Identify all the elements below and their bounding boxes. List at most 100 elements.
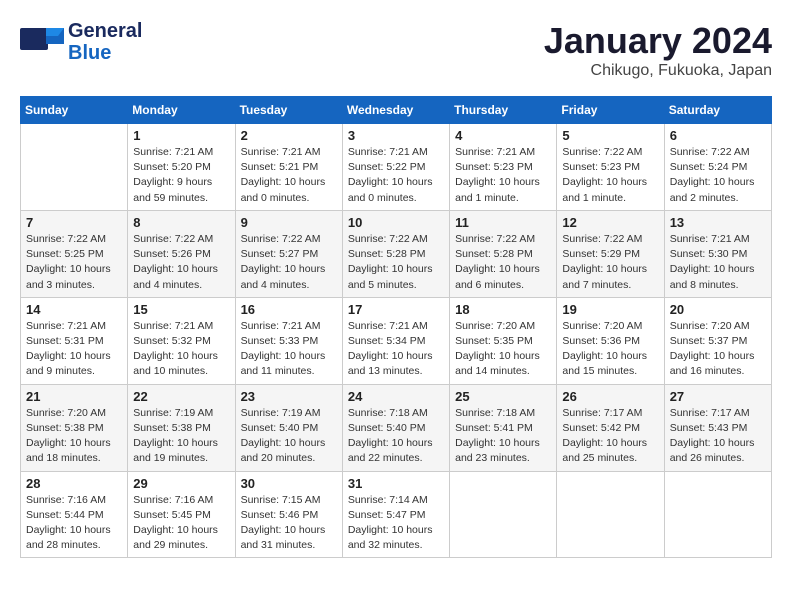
calendar-cell [557,471,664,558]
header-sunday: Sunday [21,97,128,124]
calendar-cell: 25Sunrise: 7:18 AMSunset: 5:41 PMDayligh… [450,384,557,471]
calendar-cell: 15 Sunrise: 7:21 AMSunset: 5:32 PMDayligh… [128,297,235,384]
calendar-week-row: 21 Sunrise: 7:20 AMSunset: 5:38 PMDayligh… [21,384,772,471]
day-number: 5 [562,128,658,143]
calendar-cell: 9 Sunrise: 7:22 AMSunset: 5:27 PMDaylight… [235,210,342,297]
day-info: Sunrise: 7:21 AMSunset: 5:34 PMDaylight:… [348,319,444,380]
header-monday: Monday [128,97,235,124]
day-info: Sunrise: 7:22 AMSunset: 5:29 PMDaylight:… [562,232,658,293]
day-number: 6 [670,128,766,143]
day-info: Sunrise: 7:17 AMSunset: 5:43 PMDaylight:… [670,406,766,467]
calendar-cell: 20 Sunrise: 7:20 AMSunset: 5:37 PMDayligh… [664,297,771,384]
logo: General Blue [20,20,142,64]
calendar-cell: 5 Sunrise: 7:22 AMSunset: 5:23 PMDaylight… [557,124,664,211]
calendar-cell: 10 Sunrise: 7:22 AMSunset: 5:28 PMDayligh… [342,210,449,297]
day-number: 15 [133,302,229,317]
header-wednesday: Wednesday [342,97,449,124]
day-number: 9 [241,215,337,230]
day-number: 31 [348,476,444,491]
calendar-cell: 6 Sunrise: 7:22 AMSunset: 5:24 PMDaylight… [664,124,771,211]
day-info: Sunrise: 7:17 AMSunset: 5:42 PMDaylight:… [562,406,658,467]
day-number: 13 [670,215,766,230]
calendar-cell: 27Sunrise: 7:17 AMSunset: 5:43 PMDayligh… [664,384,771,471]
calendar-cell: 4Sunrise: 7:21 AMSunset: 5:23 PMDaylight… [450,124,557,211]
day-number: 21 [26,389,122,404]
calendar-cell: 19 Sunrise: 7:20 AMSunset: 5:36 PMDayligh… [557,297,664,384]
day-number: 12 [562,215,658,230]
page-subtitle: Chikugo, Fukuoka, Japan [544,62,772,80]
day-info: Sunrise: 7:21 AMSunset: 5:33 PMDaylight:… [241,319,337,380]
calendar-cell [21,124,128,211]
day-number: 18 [455,302,551,317]
calendar-week-row: 1 Sunrise: 7:21 AMSunset: 5:20 PMDaylight… [21,124,772,211]
day-number: 2 [241,128,337,143]
calendar-cell: 13Sunrise: 7:21 AMSunset: 5:30 PMDayligh… [664,210,771,297]
day-number: 26 [562,389,658,404]
day-info: Sunrise: 7:15 AMSunset: 5:46 PMDaylight:… [241,493,337,554]
day-info: Sunrise: 7:20 AMSunset: 5:35 PMDaylight:… [455,319,551,380]
day-number: 23 [241,389,337,404]
day-info: Sunrise: 7:21 AMSunset: 5:22 PMDaylight:… [348,145,444,206]
logo-icon [20,24,64,60]
day-info: Sunrise: 7:22 AMSunset: 5:25 PMDaylight:… [26,232,122,293]
day-number: 11 [455,215,551,230]
header-saturday: Saturday [664,97,771,124]
calendar-cell: 12 Sunrise: 7:22 AMSunset: 5:29 PMDayligh… [557,210,664,297]
header-tuesday: Tuesday [235,97,342,124]
day-info: Sunrise: 7:20 AMSunset: 5:36 PMDaylight:… [562,319,658,380]
calendar-cell: 17Sunrise: 7:21 AMSunset: 5:34 PMDayligh… [342,297,449,384]
day-info: Sunrise: 7:22 AMSunset: 5:27 PMDaylight:… [241,232,337,293]
day-number: 22 [133,389,229,404]
calendar-cell [664,471,771,558]
calendar-cell: 29 Sunrise: 7:16 AMSunset: 5:45 PMDayligh… [128,471,235,558]
day-info: Sunrise: 7:22 AMSunset: 5:24 PMDaylight:… [670,145,766,206]
calendar-cell: 26 Sunrise: 7:17 AMSunset: 5:42 PMDayligh… [557,384,664,471]
calendar-table: SundayMondayTuesdayWednesdayThursdayFrid… [20,96,772,558]
calendar-week-row: 28 Sunrise: 7:16 AMSunset: 5:44 PMDayligh… [21,471,772,558]
calendar-cell: 31Sunrise: 7:14 AMSunset: 5:47 PMDayligh… [342,471,449,558]
logo-text-line2: Blue [68,42,142,64]
day-number: 3 [348,128,444,143]
day-info: Sunrise: 7:18 AMSunset: 5:40 PMDaylight:… [348,406,444,467]
calendar-header-row: SundayMondayTuesdayWednesdayThursdayFrid… [21,97,772,124]
day-info: Sunrise: 7:21 AMSunset: 5:32 PMDaylight:… [133,319,229,380]
day-number: 29 [133,476,229,491]
day-number: 14 [26,302,122,317]
calendar-cell: 28 Sunrise: 7:16 AMSunset: 5:44 PMDayligh… [21,471,128,558]
calendar-cell: 22 Sunrise: 7:19 AMSunset: 5:38 PMDayligh… [128,384,235,471]
day-info: Sunrise: 7:22 AMSunset: 5:26 PMDaylight:… [133,232,229,293]
page-header: General Blue January 2024 Chikugo, Fukuo… [20,20,772,80]
calendar-cell: 2 Sunrise: 7:21 AMSunset: 5:21 PMDaylight… [235,124,342,211]
calendar-week-row: 7Sunrise: 7:22 AMSunset: 5:25 PMDaylight… [21,210,772,297]
calendar-week-row: 14Sunrise: 7:21 AMSunset: 5:31 PMDayligh… [21,297,772,384]
day-info: Sunrise: 7:21 AMSunset: 5:23 PMDaylight:… [455,145,551,206]
calendar-cell: 8 Sunrise: 7:22 AMSunset: 5:26 PMDaylight… [128,210,235,297]
day-number: 25 [455,389,551,404]
day-info: Sunrise: 7:21 AMSunset: 5:20 PMDaylight:… [133,145,229,206]
day-number: 20 [670,302,766,317]
day-number: 10 [348,215,444,230]
calendar-cell: 21 Sunrise: 7:20 AMSunset: 5:38 PMDayligh… [21,384,128,471]
calendar-cell: 3 Sunrise: 7:21 AMSunset: 5:22 PMDaylight… [342,124,449,211]
day-number: 30 [241,476,337,491]
day-number: 28 [26,476,122,491]
calendar-cell: 14Sunrise: 7:21 AMSunset: 5:31 PMDayligh… [21,297,128,384]
day-number: 16 [241,302,337,317]
day-info: Sunrise: 7:22 AMSunset: 5:23 PMDaylight:… [562,145,658,206]
day-number: 1 [133,128,229,143]
day-info: Sunrise: 7:16 AMSunset: 5:44 PMDaylight:… [26,493,122,554]
day-number: 19 [562,302,658,317]
calendar-cell: 1 Sunrise: 7:21 AMSunset: 5:20 PMDaylight… [128,124,235,211]
day-info: Sunrise: 7:20 AMSunset: 5:38 PMDaylight:… [26,406,122,467]
day-info: Sunrise: 7:20 AMSunset: 5:37 PMDaylight:… [670,319,766,380]
day-number: 8 [133,215,229,230]
day-info: Sunrise: 7:19 AMSunset: 5:38 PMDaylight:… [133,406,229,467]
header-thursday: Thursday [450,97,557,124]
calendar-cell: 7Sunrise: 7:22 AMSunset: 5:25 PMDaylight… [21,210,128,297]
calendar-cell: 23Sunrise: 7:19 AMSunset: 5:40 PMDayligh… [235,384,342,471]
calendar-cell: 11Sunrise: 7:22 AMSunset: 5:28 PMDayligh… [450,210,557,297]
day-info: Sunrise: 7:16 AMSunset: 5:45 PMDaylight:… [133,493,229,554]
logo-text-line1: General [68,20,142,42]
day-info: Sunrise: 7:22 AMSunset: 5:28 PMDaylight:… [348,232,444,293]
day-info: Sunrise: 7:21 AMSunset: 5:21 PMDaylight:… [241,145,337,206]
